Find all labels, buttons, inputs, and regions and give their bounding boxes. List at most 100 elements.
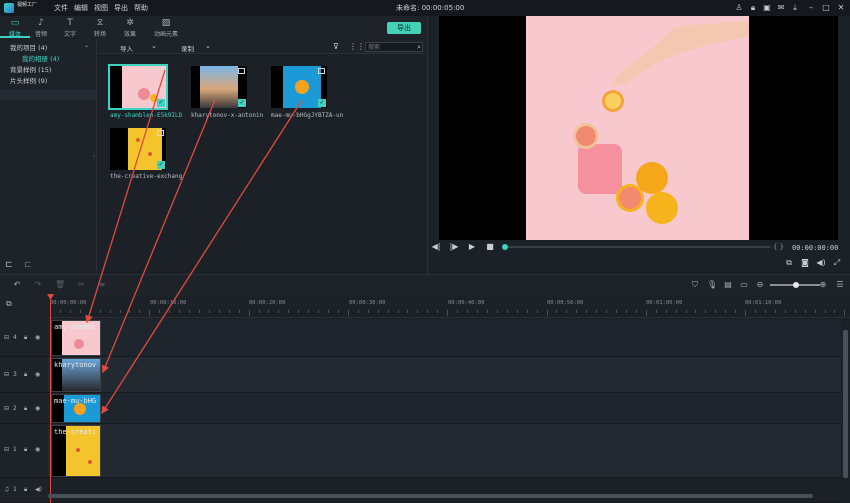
chevron-down-icon[interactable]: ⌄	[205, 42, 211, 50]
media-item-1[interactable]: ✓	[108, 64, 168, 110]
undo-icon[interactable]: ↶	[12, 280, 22, 290]
ruler-tick	[208, 310, 210, 313]
stop-icon[interactable]: ■	[485, 242, 495, 252]
lock-icon[interactable]: 🔒︎	[24, 334, 27, 342]
tree-item-my-project[interactable]: 我的项目 (4)	[10, 42, 47, 52]
delete-icon[interactable]: 🗑︎	[55, 280, 65, 290]
menu-view[interactable]: 视图	[94, 3, 108, 13]
menu-file[interactable]: 文件	[54, 3, 68, 13]
lock-icon[interactable]: 🔒︎	[24, 446, 27, 454]
collapse-panel-icon[interactable]: ‹	[93, 153, 95, 160]
in-out-markers[interactable]: { }	[773, 243, 784, 251]
media-item-4[interactable]: ✓	[110, 128, 166, 170]
timeline-vertical-scrollbar[interactable]	[843, 330, 848, 478]
media-thumb-image-detail	[295, 80, 309, 94]
track-row-4[interactable]	[48, 319, 841, 357]
media-item-2[interactable]: ✓	[191, 66, 247, 108]
zoom-in-icon[interactable]: ⊕	[818, 280, 828, 290]
minimize-icon[interactable]: –	[806, 3, 816, 13]
volume-icon[interactable]: ◀)	[816, 258, 826, 268]
document-title: 未命名: 00:00:05:00	[396, 4, 465, 12]
tab-transition[interactable]: ⧖ 转场	[85, 16, 115, 38]
image-type-icon	[157, 130, 164, 136]
clip-name: the-creati	[54, 428, 97, 436]
step-back-icon[interactable]: |▶	[449, 242, 459, 252]
search-icon[interactable]: ⌕	[417, 43, 421, 51]
playhead-line[interactable]	[50, 294, 51, 503]
timeline-horizontal-scrollbar[interactable]	[48, 494, 813, 498]
search-input[interactable]	[368, 43, 412, 51]
ruler-tick	[526, 310, 528, 313]
microphone-icon[interactable]: 🎙︎	[707, 280, 717, 290]
prev-frame-icon[interactable]: ◀|	[431, 242, 441, 252]
clip-name: kharytonov	[54, 361, 97, 369]
snapshot-icon[interactable]: ◙	[800, 258, 810, 268]
record-dropdown[interactable]: 录制	[181, 43, 194, 53]
lock-icon[interactable]: 🔒︎	[24, 405, 27, 413]
tab-elements[interactable]: ▨ 动画元素	[148, 16, 184, 38]
timeline-clip[interactable]: kharytonov	[51, 358, 101, 392]
cut-icon[interactable]: ✂	[76, 280, 86, 290]
zoom-out-icon[interactable]: ⊖	[755, 280, 765, 290]
filter-icon[interactable]: ⊽	[333, 42, 339, 51]
media-caption: mae-mu-bHGgJYBTZA-unsp	[271, 112, 343, 119]
track-row-1[interactable]	[48, 424, 841, 478]
add-track-icon[interactable]: ⧉	[6, 299, 12, 309]
zoom-slider-handle[interactable]	[793, 282, 799, 288]
adjust-icon[interactable]: ≡	[97, 280, 107, 290]
track-row-3[interactable]	[48, 357, 841, 393]
chevron-down-icon[interactable]: ⌄	[84, 42, 89, 49]
menu-edit[interactable]: 编辑	[74, 3, 88, 13]
fullscreen-icon[interactable]: ⤢	[832, 258, 842, 268]
search-box[interactable]: ⌕	[365, 42, 423, 52]
track-row-2[interactable]	[48, 393, 841, 424]
eye-icon[interactable]: ◉	[35, 334, 40, 341]
ruler-tick	[89, 310, 91, 313]
tab-effects[interactable]: ✲ 效果	[115, 16, 145, 38]
save-icon[interactable]: ▣	[762, 3, 772, 13]
tree-item-my-album[interactable]: 我的相册 (4)	[22, 53, 59, 63]
shield-icon[interactable]: ⛉	[690, 280, 700, 290]
redo-icon[interactable]: ↷	[33, 280, 43, 290]
chevron-down-icon[interactable]: ⌄	[151, 42, 157, 50]
voiceover-icon[interactable]: ▤	[723, 280, 733, 290]
delete-folder-icon[interactable]: ⊏	[24, 260, 32, 270]
timeline-clip[interactable]: mae-mu-bHG	[51, 394, 101, 423]
preview-progress-bar[interactable]	[505, 246, 770, 248]
close-icon[interactable]: ✕	[836, 3, 846, 13]
transition-icon: ⧖	[96, 18, 104, 28]
import-dropdown[interactable]: 导入	[120, 43, 133, 53]
account-icon[interactable]: ♙	[734, 3, 744, 13]
tree-item-intro-samples[interactable]: 片头样例 (9)	[10, 75, 47, 85]
lock-icon[interactable]: 🔒︎	[24, 371, 27, 379]
lock-icon[interactable]: 🔒︎	[24, 486, 27, 494]
eye-icon[interactable]: ◉	[35, 371, 40, 378]
tab-text[interactable]: T 文字	[55, 16, 85, 38]
new-folder-icon[interactable]: ⊏	[5, 260, 13, 270]
maximize-icon[interactable]: □	[821, 3, 831, 13]
grid-view-icon[interactable]: ⋮⋮	[349, 42, 365, 51]
mail-icon[interactable]: ✉	[776, 3, 786, 13]
tab-audio[interactable]: ♪ 音频	[26, 16, 56, 38]
export-button[interactable]: 导出	[387, 22, 421, 34]
timeline-clip[interactable]: amy-shambl	[51, 320, 101, 356]
timeline-clip[interactable]: the-creati	[51, 425, 101, 477]
ruler-tick	[218, 310, 220, 313]
track-header-4: ⊟ 4 🔒︎ ◉	[0, 319, 48, 357]
menu-export[interactable]: 导出	[114, 3, 128, 13]
eye-icon[interactable]: ◉	[35, 446, 40, 453]
download-icon[interactable]: ⤓	[790, 3, 800, 13]
play-icon[interactable]: ▶	[467, 242, 477, 252]
menu-help[interactable]: 帮助	[134, 3, 148, 13]
hand-shape	[612, 21, 749, 86]
audio-track-row[interactable]	[48, 478, 841, 503]
eye-icon[interactable]: ◉	[35, 405, 40, 412]
tree-item-background-samples[interactable]: 背景样例 (15)	[10, 64, 51, 74]
media-item-3[interactable]: ✓	[271, 66, 327, 108]
volume-icon[interactable]: ◀)	[35, 486, 42, 493]
subtitle-icon[interactable]: ▭	[739, 280, 749, 290]
preview-progress-handle[interactable]	[502, 244, 508, 250]
menu-icon[interactable]: ☰	[835, 280, 845, 290]
display-settings-icon[interactable]: ⧉	[784, 258, 794, 268]
lock-icon[interactable]: 🔒︎	[748, 3, 758, 13]
